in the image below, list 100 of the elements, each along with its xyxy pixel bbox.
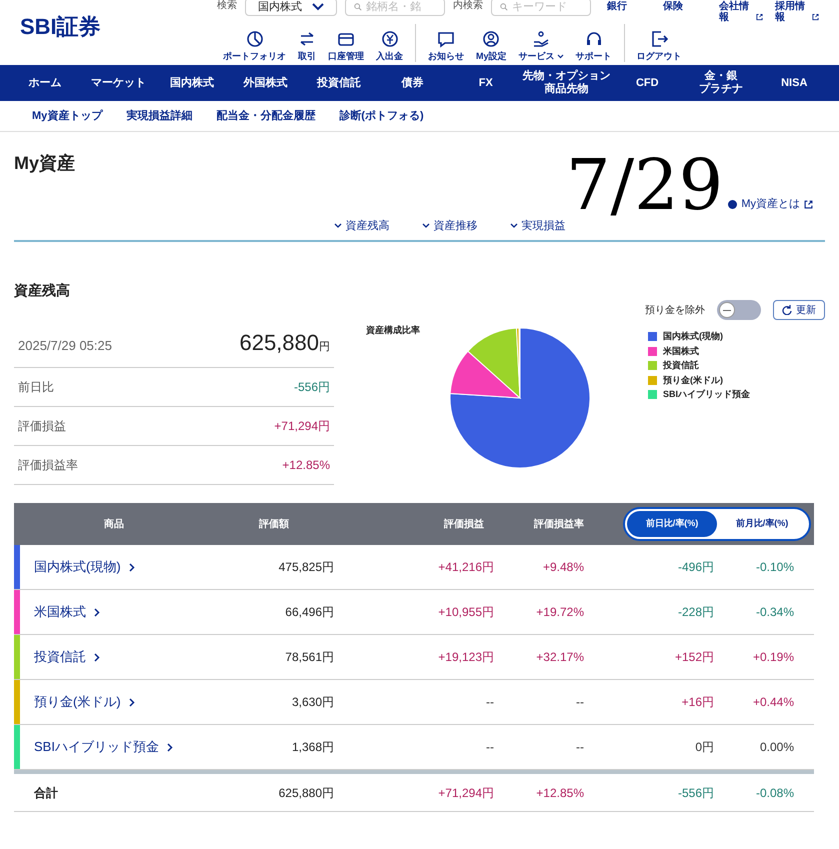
- nav-item[interactable]: 先物・オプション 商品先物: [522, 70, 610, 96]
- header-link[interactable]: 会社情報: [719, 1, 763, 23]
- nav-item[interactable]: NISA: [758, 76, 831, 90]
- header-icon-link[interactable]: 入出金: [370, 30, 409, 62]
- header-icon-link[interactable]: お知らせ: [422, 30, 470, 62]
- nav-item[interactable]: 債券: [376, 76, 449, 90]
- nav-item[interactable]: 投資信託: [302, 76, 376, 90]
- table-cell-text: 0円: [694, 739, 714, 756]
- subnav-link[interactable]: 実現損益詳細: [126, 108, 192, 124]
- header-link[interactable]: 採用情報: [775, 1, 819, 23]
- exclude-deposit-toggle[interactable]: [717, 300, 761, 320]
- site-search-field[interactable]: キーワード: [491, 0, 591, 16]
- chart-title: 資産構成比率: [366, 324, 420, 336]
- header-icon-link[interactable]: ポートフォリオ: [217, 30, 292, 62]
- chevron-right-icon: [166, 742, 173, 752]
- column-header: 商品: [103, 517, 125, 532]
- column-header: 評価額: [258, 518, 290, 532]
- product-link[interactable]: 投資信託: [20, 647, 214, 667]
- table-cell-text: +19.72%: [535, 604, 584, 621]
- header-icon-link[interactable]: 口座管理: [322, 30, 370, 62]
- table-cell-text: +12.85%: [535, 784, 584, 802]
- stock-search-field[interactable]: 銘柄名・銘: [345, 0, 445, 16]
- summary-value: +71,294円: [274, 418, 330, 435]
- search-label: 内検索: [453, 0, 483, 12]
- nav-item[interactable]: マーケット: [82, 76, 155, 90]
- header-icon-link[interactable]: 取引: [292, 30, 322, 62]
- table-cell-text: -0.10%: [754, 559, 794, 576]
- chat-bubble-icon: [437, 30, 455, 48]
- chevron-down-icon: [422, 223, 430, 229]
- table-cell-text: 1,368円: [290, 739, 334, 756]
- table-cell-text: 625,880円: [278, 784, 334, 802]
- summary-label: 前日比: [18, 379, 54, 396]
- table-cell-text: +9.48%: [542, 559, 584, 576]
- product-link[interactable]: 国内株式(現物): [20, 557, 214, 577]
- nav-item[interactable]: 国内株式: [155, 76, 228, 90]
- search-icon: [500, 2, 508, 12]
- logout-icon: [650, 30, 668, 48]
- header-icon-link[interactable]: サービス: [512, 30, 570, 62]
- nav-item[interactable]: ホーム: [8, 76, 82, 90]
- legend-label: 米国株式: [663, 344, 699, 358]
- sbi-logo[interactable]: SBI証券: [20, 10, 101, 40]
- table-cell-text: +41,216円: [437, 559, 494, 576]
- anchor-link[interactable]: 実現損益: [510, 218, 566, 240]
- table-cell-text: +16円: [680, 694, 714, 711]
- legend-label: SBIハイブリッド預金: [663, 388, 750, 401]
- table-cell-text: 78,561円: [284, 649, 334, 666]
- anchor-link[interactable]: 資産残高: [334, 218, 390, 240]
- toggle-label: 預り金を除外: [645, 304, 705, 318]
- legend-label: 預り金(米ドル): [663, 374, 723, 387]
- product-link[interactable]: SBIハイブリッド預金: [20, 737, 214, 757]
- table-cell-text: --: [485, 694, 494, 711]
- header-link[interactable]: 銀行: [607, 1, 651, 23]
- page-title: My資産: [14, 152, 76, 175]
- table-cell-text: --: [485, 739, 494, 756]
- user-icon: [482, 30, 500, 48]
- header-icon-link[interactable]: ログアウト: [630, 30, 688, 62]
- legend-label: 投資信託: [663, 359, 699, 372]
- nav-item[interactable]: FX: [449, 76, 522, 90]
- subnav-link[interactable]: My資産トップ: [32, 108, 102, 124]
- legend-label: 国内株式(現物): [663, 330, 723, 343]
- chevron-right-icon: [94, 652, 100, 662]
- refresh-button[interactable]: 更新: [773, 300, 825, 320]
- headset-icon: [584, 30, 603, 48]
- search-label: 検索: [217, 0, 237, 12]
- table-cell-text: 475,825円: [278, 559, 334, 576]
- compare-tab[interactable]: 前日比/率(%): [627, 511, 717, 537]
- pie-chart-icon: [246, 30, 264, 48]
- hand-coin-icon: [532, 30, 550, 48]
- product-link[interactable]: 米国株式: [20, 602, 214, 622]
- chevron-right-icon: [128, 698, 135, 706]
- table-cell-text: 0.00%: [758, 739, 794, 756]
- table-cell-text: +0.44%: [752, 694, 794, 711]
- table-cell-text: +10,955円: [437, 604, 494, 621]
- table-cell-text: --: [575, 739, 584, 756]
- card-icon: [337, 30, 355, 48]
- nav-item[interactable]: 金・銀 プラチナ: [684, 70, 758, 96]
- header-link[interactable]: 保険: [663, 1, 707, 23]
- swap-arrows-icon: [298, 30, 316, 48]
- table-cell-text: +32.17%: [535, 649, 584, 666]
- table-cell-text: -556円: [676, 784, 714, 802]
- search-icon: [354, 2, 362, 12]
- timestamp: 2025/7/29 05:25: [18, 336, 112, 354]
- nav-item[interactable]: CFD: [610, 76, 684, 90]
- summary-value: -556円: [294, 379, 330, 396]
- table-cell-text: -496円: [676, 559, 714, 576]
- market-select[interactable]: 国内株式: [245, 0, 337, 16]
- chevron-down-icon: [510, 223, 518, 229]
- help-link[interactable]: My資産とは: [728, 194, 813, 214]
- summary-label: 評価損益率: [18, 457, 78, 474]
- header-icon-link[interactable]: サポート: [570, 30, 618, 62]
- chevron-right-icon: [128, 562, 135, 572]
- header-icon-link[interactable]: My設定: [470, 30, 513, 62]
- subnav-link[interactable]: 診断(ポトフォる): [339, 108, 424, 124]
- handwritten-note: 7/29: [566, 143, 724, 228]
- product-link[interactable]: 預り金(米ドル): [20, 692, 214, 712]
- subnav-link[interactable]: 配当金・分配金履歴: [216, 108, 316, 124]
- table-cell-text: +19,123円: [437, 649, 494, 666]
- anchor-link[interactable]: 資産推移: [422, 218, 478, 240]
- column-header: 評価損益: [442, 518, 485, 532]
- nav-item[interactable]: 外国株式: [228, 76, 302, 90]
